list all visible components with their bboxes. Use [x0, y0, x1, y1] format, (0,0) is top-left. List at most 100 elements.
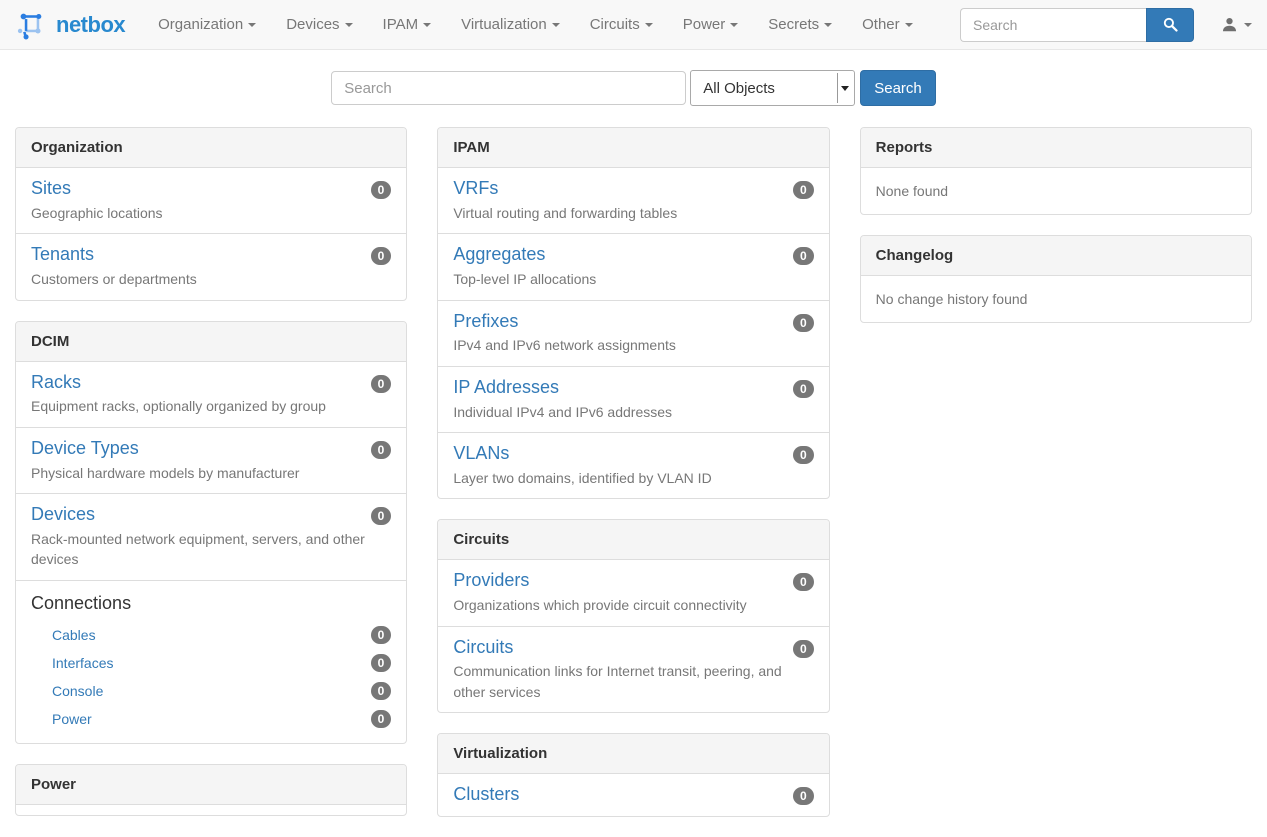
- item-description: Layer two domains, identified by VLAN ID: [453, 468, 813, 488]
- interfaces-link[interactable]: Interfaces: [52, 653, 113, 673]
- main-menu: Organization Devices IPAM Virtualization…: [143, 0, 928, 49]
- nav-menu-secrets[interactable]: Secrets: [753, 0, 847, 49]
- panel-title: Circuits: [438, 520, 828, 560]
- list-item-clusters: Clusters 0: [438, 774, 828, 816]
- panel-title: Reports: [861, 128, 1251, 168]
- nav-menu-organization[interactable]: Organization: [143, 0, 271, 49]
- navbar-search-button[interactable]: [1146, 8, 1194, 42]
- nav-menu-other[interactable]: Other: [847, 0, 928, 49]
- count-badge: 0: [793, 640, 814, 658]
- global-search-input[interactable]: [331, 71, 686, 105]
- circuits-link[interactable]: Circuits: [453, 637, 513, 659]
- item-description: Geographic locations: [31, 203, 391, 223]
- nav-menu-virtualization[interactable]: Virtualization: [446, 0, 575, 49]
- panel-title: Virtualization: [438, 734, 828, 774]
- item-description: Physical hardware models by manufacturer: [31, 463, 391, 483]
- racks-link[interactable]: Racks: [31, 372, 81, 394]
- netbox-brand[interactable]: netbox: [15, 8, 125, 42]
- console-link[interactable]: Console: [52, 681, 103, 701]
- count-badge: 0: [793, 181, 814, 199]
- caret-down-icon: [345, 23, 353, 27]
- tenants-link[interactable]: Tenants: [31, 244, 94, 266]
- panel-title: DCIM: [16, 322, 406, 362]
- connection-row-interfaces: Interfaces 0: [31, 649, 391, 677]
- changelog-empty-text: No change history found: [861, 276, 1251, 322]
- item-description: Top-level IP allocations: [453, 269, 813, 289]
- count-badge: 0: [371, 626, 392, 644]
- count-badge: 0: [793, 247, 814, 265]
- panel-changelog: Changelog No change history found: [860, 235, 1252, 323]
- list-item-ip-addresses: IP Addresses 0 Individual IPv4 and IPv6 …: [438, 366, 828, 432]
- panel-reports: Reports None found: [860, 127, 1252, 215]
- item-description: Equipment racks, optionally organized by…: [31, 396, 391, 416]
- list-item-device-types: Device Types 0 Physical hardware models …: [16, 427, 406, 493]
- clusters-link[interactable]: Clusters: [453, 784, 519, 806]
- item-description: Individual IPv4 and IPv6 addresses: [453, 402, 813, 422]
- nav-menu-ipam[interactable]: IPAM: [368, 0, 447, 49]
- aggregates-link[interactable]: Aggregates: [453, 244, 545, 266]
- vrfs-link[interactable]: VRFs: [453, 178, 498, 200]
- object-type-selected: All Objects: [703, 80, 775, 97]
- list-item-devices: Devices 0 Rack-mounted network equipment…: [16, 493, 406, 580]
- device-types-link[interactable]: Device Types: [31, 438, 139, 460]
- caret-down-icon: [645, 23, 653, 27]
- devices-link[interactable]: Devices: [31, 504, 95, 526]
- list-item-circuits: Circuits 0 Communication links for Inter…: [438, 626, 828, 713]
- list-item-vlans: VLANs 0 Layer two domains, identified by…: [438, 432, 828, 498]
- caret-down-icon: [730, 23, 738, 27]
- panel-power: Power: [15, 764, 407, 816]
- prefixes-link[interactable]: Prefixes: [453, 311, 518, 333]
- list-item-prefixes: Prefixes 0 IPv4 and IPv6 network assignm…: [438, 300, 828, 366]
- providers-link[interactable]: Providers: [453, 570, 529, 592]
- nav-menu-circuits[interactable]: Circuits: [575, 0, 668, 49]
- count-badge: 0: [371, 682, 392, 700]
- column-right: Reports None found Changelog No change h…: [845, 127, 1267, 343]
- list-item-vrfs: VRFs 0 Virtual routing and forwarding ta…: [438, 168, 828, 233]
- list-item-aggregates: Aggregates 0 Top-level IP allocations: [438, 233, 828, 299]
- connections-heading: Connections: [31, 593, 391, 614]
- sites-link[interactable]: Sites: [31, 178, 71, 200]
- caret-down-icon: [824, 23, 832, 27]
- user-menu[interactable]: [1221, 16, 1252, 33]
- nav-menu-devices[interactable]: Devices: [271, 0, 367, 49]
- reports-empty-text: None found: [861, 168, 1251, 214]
- item-description: Communication links for Internet transit…: [453, 661, 813, 702]
- connection-row-console: Console 0: [31, 677, 391, 705]
- count-badge: 0: [793, 314, 814, 332]
- ip-addresses-link[interactable]: IP Addresses: [453, 377, 559, 399]
- search-icon: [1163, 17, 1178, 32]
- brand-name: netbox: [56, 12, 125, 38]
- count-badge: 0: [371, 654, 392, 672]
- power-connections-link[interactable]: Power: [52, 709, 92, 729]
- nav-menu-power[interactable]: Power: [668, 0, 754, 49]
- panel-title: Organization: [16, 128, 406, 168]
- panel-title: IPAM: [438, 128, 828, 168]
- count-badge: 0: [793, 573, 814, 591]
- cables-link[interactable]: Cables: [52, 625, 96, 645]
- item-description: IPv4 and IPv6 network assignments: [453, 335, 813, 355]
- dashboard: Organization Sites 0 Geographic location…: [0, 127, 1267, 837]
- count-badge: 0: [371, 441, 392, 459]
- item-description: Virtual routing and forwarding tables: [453, 203, 813, 223]
- count-badge: 0: [371, 375, 392, 393]
- count-badge: 0: [371, 507, 392, 525]
- object-type-select[interactable]: All Objects: [690, 70, 855, 106]
- count-badge: 0: [793, 787, 814, 805]
- connections-section: Connections Cables 0 Interfaces 0 Consol…: [16, 580, 406, 743]
- navbar-search-group: [960, 8, 1194, 42]
- global-search-button[interactable]: Search: [860, 70, 936, 106]
- navbar-search-input[interactable]: [960, 8, 1146, 42]
- column-left: Organization Sites 0 Geographic location…: [0, 127, 422, 836]
- caret-down-icon: [248, 23, 256, 27]
- vlans-link[interactable]: VLANs: [453, 443, 509, 465]
- panel-title: Changelog: [861, 236, 1251, 276]
- count-badge: 0: [371, 181, 392, 199]
- connection-row-power: Power 0: [31, 705, 391, 733]
- list-item-racks: Racks 0 Equipment racks, optionally orga…: [16, 362, 406, 427]
- global-search-bar: All Objects Search: [0, 70, 1267, 106]
- select-arrow-icon: [837, 73, 852, 103]
- top-navbar: netbox Organization Devices IPAM Virtual…: [0, 0, 1267, 50]
- panel-ipam: IPAM VRFs 0 Virtual routing and forwardi…: [437, 127, 829, 499]
- item-description: Rack-mounted network equipment, servers,…: [31, 529, 391, 570]
- caret-down-icon: [423, 23, 431, 27]
